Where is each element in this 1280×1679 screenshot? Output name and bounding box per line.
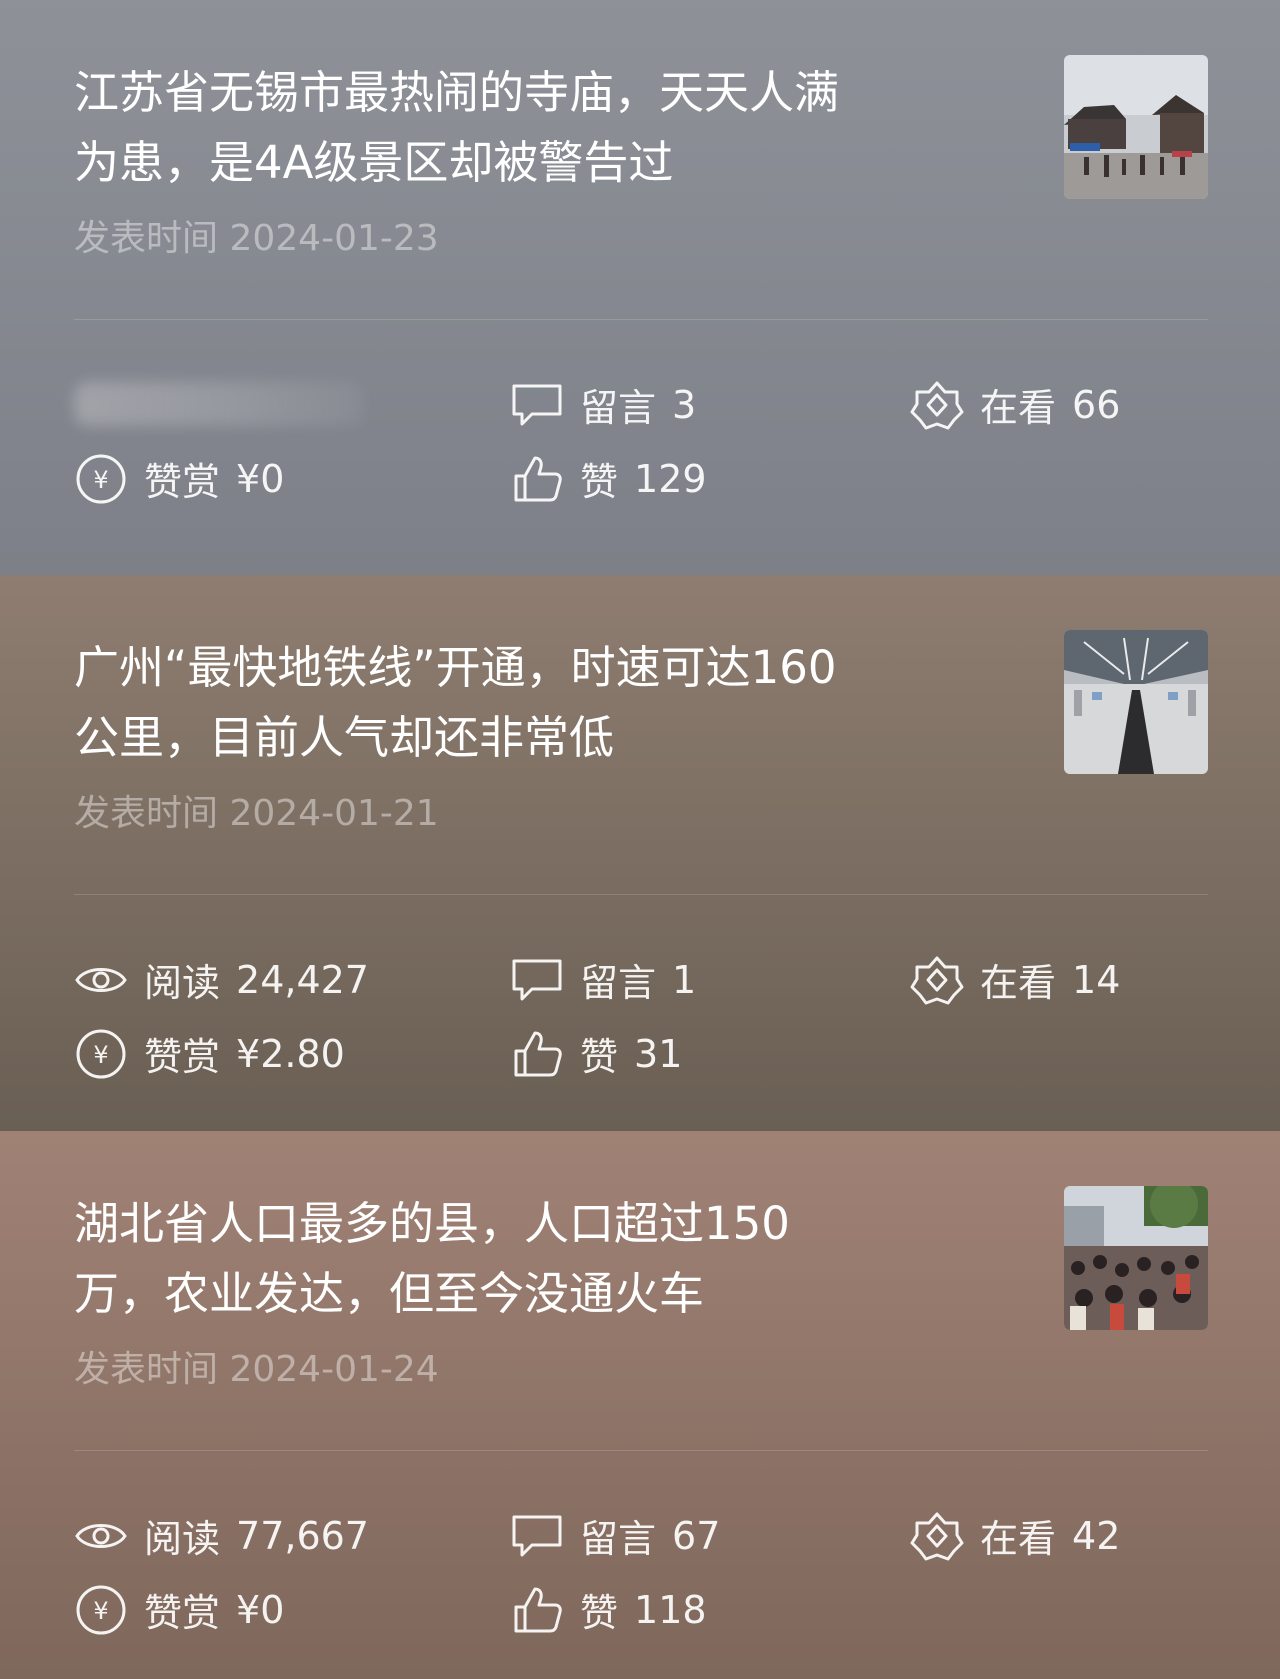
article-title[interactable]: 湖北省人口最多的县，人口超过150 万，农业发达，但至今没通火车 [74,1189,974,1329]
reward-stat[interactable]: ¥ 赞赏 ¥2.80 [74,1026,345,1081]
comment-stat[interactable]: 留言 3 [510,377,696,432]
article-title-line: 广州“最快地铁线”开通，时速可达160 [74,641,837,694]
comment-count: 1 [672,957,697,1002]
svg-text:¥: ¥ [93,1041,108,1069]
article-title-line: 为患，是4A级景区却被警告过 [74,136,674,189]
article-card[interactable]: 广州“最快地铁线”开通，时速可达160 公里，目前人气却还非常低 发表时间 20… [0,575,1280,1131]
watching-label: 在看 [980,961,1057,1005]
read-count: 24,427 [236,957,369,1002]
reward-label: 赞赏 [144,1035,221,1079]
wow-flower-icon [910,956,964,1004]
publish-date-value: 2024-01-21 [229,793,439,834]
comment-stat[interactable]: 留言 1 [510,952,696,1007]
article-card[interactable]: 江苏省无锡市最热闹的寺庙，天天人满 为患，是4A级景区却被警告过 发表时间 20… [0,0,1280,575]
reward-stat[interactable]: ¥ 赞赏 ¥0 [74,1582,284,1637]
wow-flower-icon [910,381,964,429]
watching-count: 66 [1072,382,1121,427]
eye-icon [75,967,127,992]
yen-coin-icon: ¥ [76,1585,126,1634]
article-thumbnail[interactable] [1064,630,1208,774]
comment-label: 留言 [580,1517,657,1561]
article-thumbnail[interactable] [1064,1186,1208,1330]
comment-label: 留言 [580,386,657,430]
publish-date-label: 发表时间 [74,218,219,259]
publish-date-value: 2024-01-23 [229,218,439,259]
article-title-line: 江苏省无锡市最热闹的寺庙，天天人满 [74,66,840,119]
yen-coin-icon: ¥ [76,1029,126,1078]
thumbs-up-icon [514,456,562,501]
like-label: 赞 [580,460,619,504]
comment-label: 留言 [580,961,657,1005]
divider [74,1450,1208,1451]
yen-coin-icon: ¥ [76,454,126,503]
watching-count: 14 [1072,957,1121,1002]
comment-bubble-icon [512,1515,562,1556]
watching-stat[interactable]: 在看 66 [910,377,1120,432]
read-stat[interactable]: 阅读 77,667 [74,1508,369,1563]
reward-amount: ¥0 [236,1587,285,1632]
comment-bubble-icon [512,384,562,425]
watching-label: 在看 [980,1517,1057,1561]
eye-icon [75,1523,127,1548]
svg-text:¥: ¥ [93,466,108,494]
thumbs-up-icon [514,1031,562,1076]
publish-date-label: 发表时间 [74,1349,219,1390]
publish-date: 发表时间 2024-01-24 [74,1340,439,1392]
article-title[interactable]: 广州“最快地铁线”开通，时速可达160 公里，目前人气却还非常低 [74,633,974,773]
publish-date-label: 发表时间 [74,793,219,834]
svg-text:¥: ¥ [93,1597,108,1625]
wow-flower-icon [910,1512,964,1560]
article-card[interactable]: 湖北省人口最多的县，人口超过150 万，农业发达，但至今没通火车 发表时间 20… [0,1131,1280,1679]
watching-count: 42 [1072,1513,1121,1558]
reward-amount: ¥0 [236,456,285,501]
comment-count: 67 [672,1513,721,1558]
like-count: 118 [634,1587,707,1632]
metro-station-thumbnail-image [1064,630,1208,774]
read-count: 77,667 [236,1513,369,1558]
read-label: 阅读 [144,961,221,1005]
article-thumbnail[interactable] [1064,55,1208,199]
like-stat[interactable]: 赞 118 [510,1582,707,1637]
comment-count: 3 [672,382,697,427]
publish-date: 发表时间 2024-01-21 [74,784,439,836]
like-stat[interactable]: 赞 129 [510,451,707,506]
like-stat[interactable]: 赞 31 [510,1026,682,1081]
blurred-read-count [74,382,364,426]
comment-stat[interactable]: 留言 67 [510,1508,720,1563]
reward-label: 赞赏 [144,460,221,504]
read-stat[interactable]: 阅读 24,427 [74,952,369,1007]
publish-date: 发表时间 2024-01-23 [74,209,439,261]
crowded-street-thumbnail-image [1064,1186,1208,1330]
divider [74,319,1208,320]
temple-thumbnail-image [1064,55,1208,199]
watching-stat[interactable]: 在看 14 [910,952,1120,1007]
reward-amount: ¥2.80 [236,1031,345,1076]
article-title-line: 万，农业发达，但至今没通火车 [74,1267,705,1320]
article-title-line: 湖北省人口最多的县，人口超过150 [74,1197,790,1250]
like-count: 31 [634,1031,683,1076]
read-label: 阅读 [144,1517,221,1561]
article-title[interactable]: 江苏省无锡市最热闹的寺庙，天天人满 为患，是4A级景区却被警告过 [74,58,974,198]
reward-label: 赞赏 [144,1591,221,1635]
article-title-line: 公里，目前人气却还非常低 [74,711,615,764]
like-label: 赞 [580,1035,619,1079]
divider [74,894,1208,895]
like-label: 赞 [580,1591,619,1635]
thumbs-up-icon [514,1587,562,1632]
watching-label: 在看 [980,386,1057,430]
reward-stat[interactable]: ¥ 赞赏 ¥0 [74,451,284,506]
comment-bubble-icon [512,959,562,1000]
watching-stat[interactable]: 在看 42 [910,1508,1120,1563]
publish-date-value: 2024-01-24 [229,1349,439,1390]
like-count: 129 [634,456,707,501]
